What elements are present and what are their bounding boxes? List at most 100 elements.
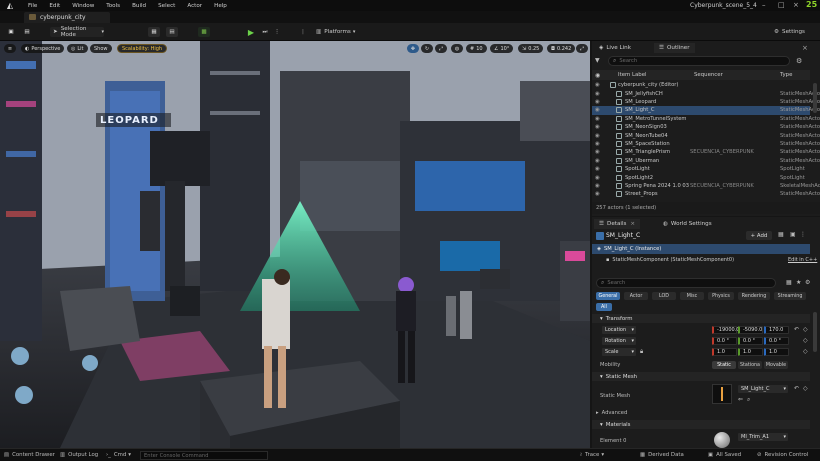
grid-view-icon[interactable]: ▦	[786, 279, 792, 286]
scalability-badge[interactable]: Scalability: High	[117, 44, 168, 53]
settings-button[interactable]: ⚙ Settings	[774, 27, 816, 37]
static-mesh-dropdown[interactable]: SM_Light_C ▾	[738, 385, 788, 393]
visibility-eye-icon[interactable]: ◉	[595, 166, 600, 172]
keyframe-mesh-icon[interactable]: ◇	[803, 385, 808, 392]
outliner-row[interactable]: ◉ SM_JellyfishCH StaticMeshActor	[592, 89, 820, 98]
scale-dropdown[interactable]: Scale ▾	[602, 348, 636, 356]
visibility-eye-icon[interactable]: ◉	[595, 158, 600, 164]
layout-icon[interactable]: ▣	[790, 231, 796, 238]
instance-row[interactable]: ◈ SM_Light_C (Instance)	[592, 244, 810, 254]
category-misc[interactable]: Misc	[680, 292, 704, 300]
minimize-icon[interactable]: –	[762, 1, 766, 9]
lock-scale-icon[interactable]: 🔒︎	[640, 348, 643, 356]
reset-location-icon[interactable]: ↶	[794, 326, 799, 333]
outliner-row[interactable]: ◉ SpotLight SpotLight	[592, 165, 810, 174]
visibility-eye-icon[interactable]: ◉	[595, 149, 600, 155]
tab-live-link[interactable]: ◈ Live Link	[594, 43, 636, 53]
category-streaming[interactable]: Streaming	[774, 292, 806, 300]
mobility-movable[interactable]: Movable	[764, 361, 788, 369]
console-command-input[interactable]: Enter Console Command	[140, 451, 268, 460]
level-viewport[interactable]: LEOPARD ≡ ◐ Perspective ◎ Lit Show Scala…	[0, 41, 590, 448]
maximize-viewport-icon[interactable]: ⤢	[576, 44, 588, 53]
tab-details[interactable]: ☰ Details ×	[594, 219, 641, 229]
outliner-scrollbar[interactable]	[813, 83, 817, 113]
tab-world-settings[interactable]: ◍ World Settings	[658, 219, 717, 229]
cinematics-icon[interactable]: ▤	[166, 27, 178, 37]
visibility-eye-icon[interactable]: ◉	[595, 124, 600, 130]
menu-edit[interactable]: Edit	[49, 3, 60, 9]
visibility-eye-icon[interactable]: ◉	[595, 191, 600, 197]
outliner-row[interactable]: ◉ cyberpunk_city (Editor)	[592, 81, 810, 90]
outliner-row[interactable]: ◉ Street_Props StaticMeshActor	[592, 190, 820, 199]
visibility-eye-icon[interactable]: ◉	[595, 141, 600, 147]
rotate-icon[interactable]: ↻	[421, 44, 433, 53]
unreal-logo-icon[interactable]: ◭	[4, 0, 16, 11]
outliner-settings-icon[interactable]: ⚙	[796, 57, 802, 65]
outliner-row[interactable]: ◉ SM_Leopard StaticMeshActor	[592, 98, 820, 107]
level-tab[interactable]: cyberpunk_city	[24, 12, 110, 23]
outliner-row[interactable]: ◉ SpotLight2 SpotLight	[592, 173, 810, 182]
step-icon[interactable]: ⏭	[260, 27, 270, 37]
keyframe-scale-icon[interactable]: ◇	[803, 348, 808, 355]
rotation-dropdown[interactable]: Rotation ▾	[602, 337, 636, 345]
outliner-row[interactable]: ◉ SM_TrianglePrism SECUENCIA_CYBERPUNK Stat…	[592, 148, 820, 157]
filter-icon[interactable]: ▼	[595, 57, 605, 66]
outliner-search-field[interactable]: ⌕ Search	[608, 56, 790, 66]
advanced-row[interactable]: ▸ Advanced	[592, 408, 810, 417]
keyframe-rotation-icon[interactable]: ◇	[803, 337, 808, 344]
visibility-eye-icon[interactable]: ◉	[595, 183, 600, 189]
rotation-y-field[interactable]: 0.0 °	[738, 337, 763, 345]
add-component-button[interactable]: + Add	[746, 231, 772, 240]
visibility-eye-icon[interactable]: ◉	[595, 107, 600, 113]
content-browser-icon[interactable]: ▤	[22, 27, 32, 37]
derived-data-button[interactable]: ▦ Derived Data	[640, 452, 684, 458]
static-mesh-section-header[interactable]: ▾ Static Mesh	[592, 372, 810, 381]
grid-snap-button[interactable]: # 10	[466, 44, 487, 53]
browse-asset-icon[interactable]: ⇐	[738, 396, 743, 403]
visibility-eye-icon[interactable]: ◉	[595, 99, 600, 105]
scale-icon[interactable]: ⤢	[435, 44, 447, 53]
revision-control-button[interactable]: ⊘ Revision Control	[757, 452, 808, 458]
output-log-button[interactable]: ▥ Output Log	[60, 452, 98, 458]
selection-mode-button[interactable]: ➤ Selection Mode ▾	[50, 26, 104, 38]
category-physics[interactable]: Physics	[708, 292, 734, 300]
all-saved-button[interactable]: ▣ All Saved	[708, 452, 741, 458]
content-drawer-button[interactable]: ▤ Content Drawer	[4, 452, 55, 458]
outliner-row[interactable]: ◉ SM_NeonSign03 StaticMeshActor	[592, 123, 820, 132]
move-icon[interactable]: ✥	[407, 44, 419, 53]
material-thumbnail[interactable]	[712, 431, 732, 448]
outliner-row[interactable]: ◉ SM_SpaceStation StaticMeshActor	[592, 140, 820, 149]
edit-cpp-link[interactable]: Edit in C++	[788, 257, 817, 263]
mobility-static[interactable]: Static	[712, 361, 736, 369]
rotation-z-field[interactable]: 0.0 °	[764, 337, 789, 345]
menu-help[interactable]: Help	[214, 3, 227, 9]
menu-actor[interactable]: Actor	[187, 3, 202, 9]
col-item-label[interactable]: Item Label	[618, 72, 647, 78]
more-options-icon[interactable]: ⋮	[273, 27, 281, 37]
trace-button[interactable]: ≀ Trace ▾	[580, 452, 604, 458]
visibility-eye-icon[interactable]: ◉	[595, 116, 600, 122]
tab-outliner[interactable]: ☰ Outliner	[654, 43, 695, 53]
category-actor[interactable]: Actor	[624, 292, 648, 300]
outliner-row[interactable]: ◉ SM_Light_C StaticMeshActor	[592, 106, 820, 115]
scale-z-field[interactable]: 1.0	[764, 348, 789, 356]
visibility-eye-icon[interactable]: ◉	[595, 175, 600, 181]
category-all[interactable]: All	[596, 303, 612, 311]
play-icon[interactable]: ▶	[245, 27, 257, 37]
camera-speed-button[interactable]: ◘ 0.242	[547, 44, 576, 53]
settings-gear-icon[interactable]: ⚙	[805, 279, 810, 286]
viewport-menu-icon[interactable]: ≡	[4, 44, 16, 53]
reset-mesh-icon[interactable]: ↶	[794, 385, 799, 392]
platforms-button[interactable]: ▥ Platforms ▾	[316, 27, 362, 37]
favorite-star-icon[interactable]: ★	[796, 279, 801, 286]
materials-section-header[interactable]: ▾ Materials	[592, 420, 810, 429]
material-dropdown[interactable]: MI_Trim_A1 ▾	[738, 433, 788, 441]
location-y-field[interactable]: -5090.0	[738, 326, 763, 334]
static-mesh-thumbnail[interactable]	[712, 384, 732, 404]
category-rendering[interactable]: Rendering	[738, 292, 770, 300]
maximize-icon[interactable]: □	[778, 1, 785, 9]
visibility-eye-icon[interactable]: ◉	[595, 82, 600, 88]
options-icon[interactable]: ⋮	[800, 231, 806, 238]
rotation-snap-button[interactable]: ∠ 10°	[490, 44, 514, 53]
menu-window[interactable]: Window	[72, 3, 94, 9]
